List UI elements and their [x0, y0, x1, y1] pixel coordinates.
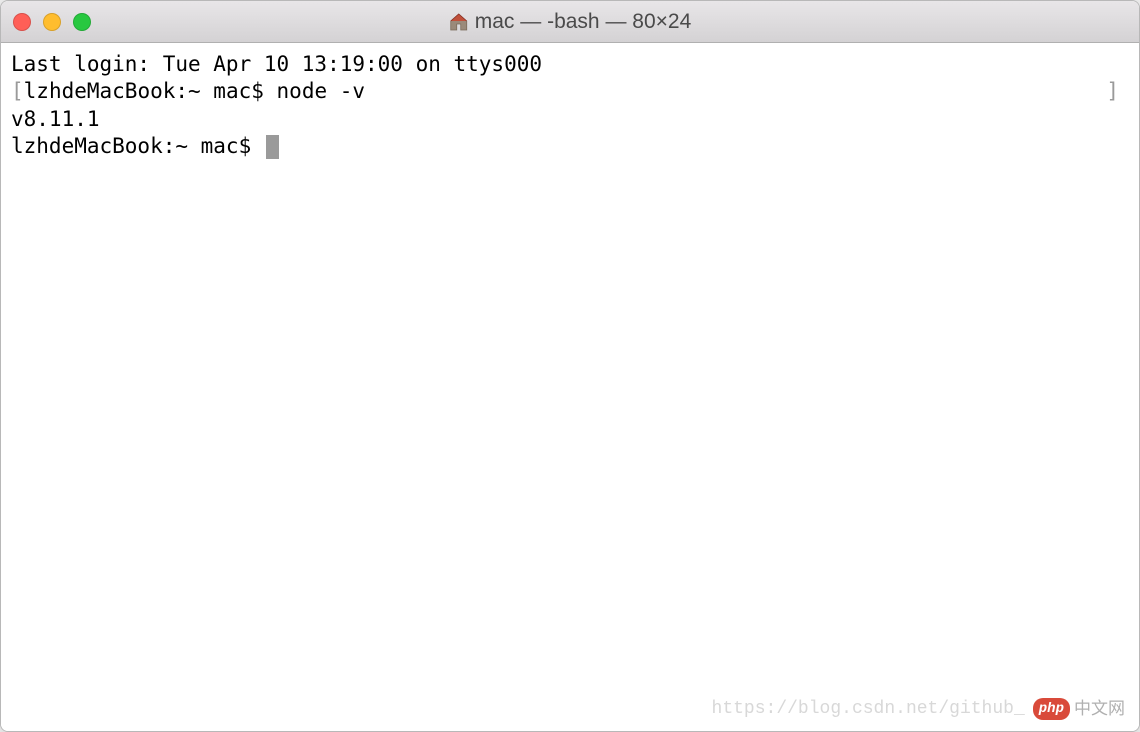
titlebar[interactable]: mac — -bash — 80×24: [1, 1, 1139, 43]
node-version-output: v8.11.1: [11, 106, 100, 133]
close-button[interactable]: [13, 13, 31, 31]
terminal-prompt-line: [lzhdeMacBook:~ mac$ node -v ]: [11, 78, 1129, 105]
terminal-output-line: v8.11.1: [11, 106, 1129, 133]
watermark: https://blog.csdn.net/github_ php 中文网: [712, 698, 1125, 721]
bracket-close: ]: [1106, 78, 1119, 105]
watermark-cn-text: 中文网: [1074, 698, 1125, 720]
watermark-url: https://blog.csdn.net/github_: [712, 698, 1025, 721]
php-badge: php: [1033, 698, 1070, 720]
terminal-window: mac — -bash — 80×24 Last login: Tue Apr …: [0, 0, 1140, 732]
bracket-open: [: [11, 78, 24, 105]
terminal-output-line: Last login: Tue Apr 10 13:19:00 on ttys0…: [11, 51, 1129, 78]
traffic-lights: [13, 13, 91, 31]
watermark-badge: php 中文网: [1033, 698, 1125, 720]
window-title: mac — -bash — 80×24: [475, 10, 692, 34]
prompt-text: lzhdeMacBook:~ mac$: [11, 133, 264, 160]
command-text: node -v: [277, 78, 366, 105]
terminal-prompt-line: lzhdeMacBook:~ mac$: [11, 133, 1129, 160]
home-icon: [449, 13, 469, 31]
terminal-content[interactable]: Last login: Tue Apr 10 13:19:00 on ttys0…: [1, 43, 1139, 731]
maximize-button[interactable]: [73, 13, 91, 31]
minimize-button[interactable]: [43, 13, 61, 31]
window-title-container: mac — -bash — 80×24: [449, 10, 692, 34]
prompt-text: lzhdeMacBook:~ mac$: [24, 78, 277, 105]
cursor: [266, 135, 279, 159]
last-login-text: Last login: Tue Apr 10 13:19:00 on ttys0…: [11, 51, 542, 78]
